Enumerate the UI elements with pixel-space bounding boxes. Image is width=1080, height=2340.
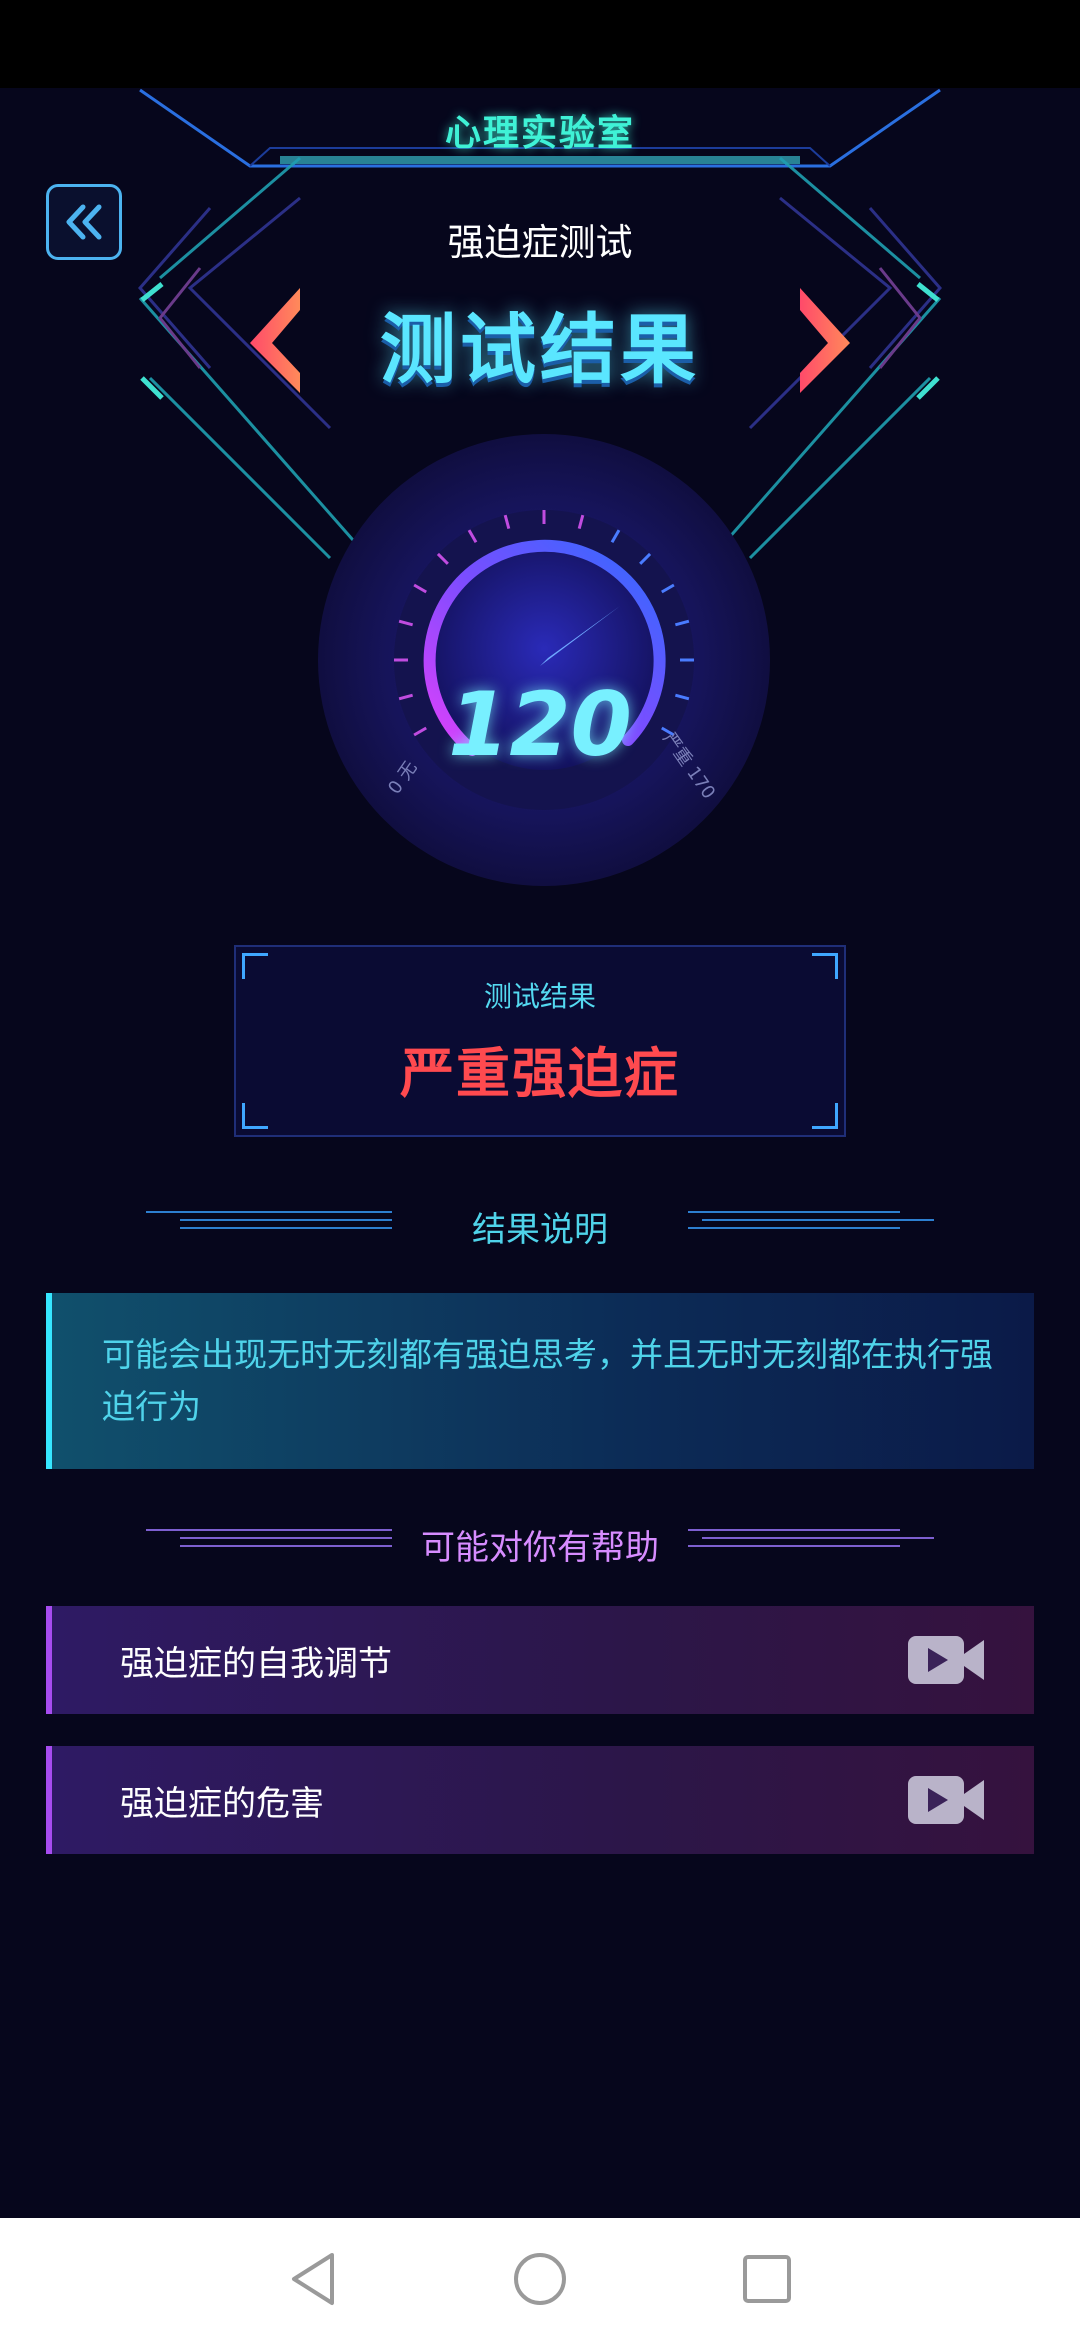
result-heading: 测试结果 <box>380 305 700 394</box>
triangle-back-icon <box>292 2253 335 2305</box>
section-divider-right <box>688 1211 934 1229</box>
circle-home-icon <box>513 2253 566 2305</box>
nav-home-button[interactable] <box>510 2249 570 2309</box>
result-box-label: 测试结果 <box>483 980 596 1013</box>
help-item-label: 强迫症的自我调节 <box>120 1644 392 1684</box>
result-box-value: 严重强迫症 <box>400 1042 680 1105</box>
gauge-score: 120 <box>448 673 632 776</box>
description-card: 可能会出现无时无刻都有强迫思考，并且无时无刻都在执行强迫行为 <box>46 1293 1034 1469</box>
app-title: 心理实验室 <box>444 113 635 154</box>
nav-back-button[interactable] <box>283 2249 343 2309</box>
system-nav-bar <box>0 2218 1080 2340</box>
app-screen: 心理实验室 强迫症测试 测试结果 120 0 无 严重 170 测试结果 严重强… <box>0 88 1080 2218</box>
test-name: 强迫症测试 <box>447 221 633 264</box>
help-item-label: 强迫症的危害 <box>120 1784 324 1824</box>
video-camera-icon[interactable] <box>908 1634 984 1686</box>
description-text: 可能会出现无时无刻都有强迫思考，并且无时无刻都在执行强迫行为 <box>102 1335 993 1426</box>
status-bar <box>0 0 1080 88</box>
header-stripes <box>280 156 800 164</box>
square-recents-icon <box>742 2255 791 2303</box>
help-item-self-regulation[interactable]: 强迫症的自我调节 <box>46 1606 1034 1714</box>
result-box: 测试结果 严重强迫症 <box>234 945 846 1137</box>
nav-recents-button[interactable] <box>737 2249 797 2309</box>
help-item-harm[interactable]: 强迫症的危害 <box>46 1746 1034 1854</box>
video-camera-icon[interactable] <box>908 1774 984 1826</box>
section-divider-right <box>688 1529 934 1547</box>
